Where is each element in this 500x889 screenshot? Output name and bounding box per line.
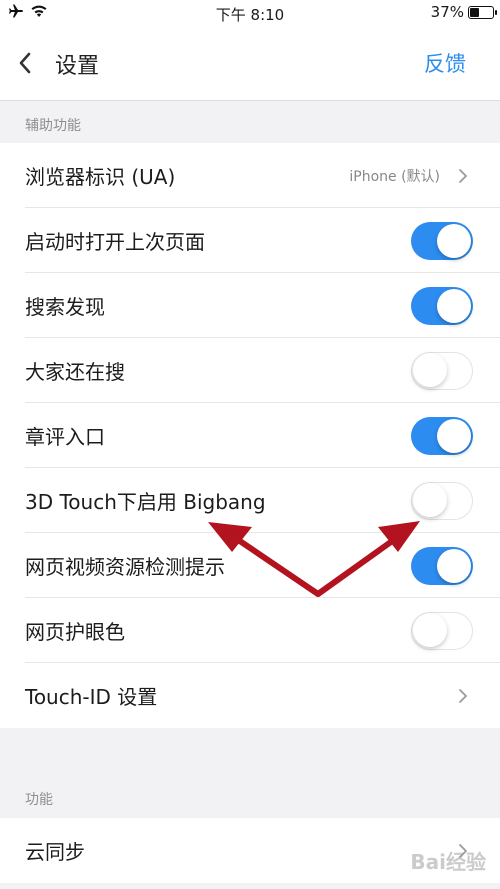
status-bar: 下午 8:10 37% bbox=[0, 0, 500, 26]
setting-label: Touch-ID 设置 bbox=[25, 685, 158, 709]
toggle-switch[interactable] bbox=[411, 416, 473, 455]
toggle-switch[interactable] bbox=[411, 481, 473, 520]
toggle-knob bbox=[413, 483, 447, 517]
toggle-knob bbox=[437, 548, 471, 583]
toggle-switch[interactable] bbox=[411, 351, 473, 390]
setting-label: 浏览器标识 (UA) bbox=[25, 165, 176, 189]
setting-row-eye-protection: 网页护眼色 bbox=[0, 598, 500, 663]
toggle-switch[interactable] bbox=[411, 221, 473, 260]
setting-label: 网页视频资源检测提示 bbox=[25, 555, 225, 579]
toggle-knob bbox=[437, 288, 471, 323]
setting-row-user-agent[interactable]: 浏览器标识 (UA) iPhone (默认) bbox=[0, 143, 500, 208]
section-header-features: 功能 bbox=[25, 792, 53, 808]
page-title: 设置 bbox=[55, 54, 100, 79]
setting-row-chapter-comments: 章评入口 bbox=[0, 403, 500, 468]
setting-label: 启动时打开上次页面 bbox=[25, 230, 205, 254]
setting-row-restore-last-page: 启动时打开上次页面 bbox=[0, 208, 500, 273]
toggle-switch[interactable] bbox=[411, 611, 473, 650]
feedback-button[interactable]: 反馈 bbox=[424, 48, 466, 78]
setting-value: iPhone (默认) bbox=[349, 168, 440, 185]
status-right: 37% bbox=[430, 3, 497, 21]
setting-label: 3D Touch下启用 Bigbang bbox=[25, 490, 266, 514]
setting-label: 大家还在搜 bbox=[25, 360, 125, 384]
section-header-accessibility: 辅助功能 bbox=[25, 118, 81, 134]
toggle-knob bbox=[437, 418, 471, 453]
setting-label: 章评入口 bbox=[25, 425, 105, 449]
setting-row-others-searching: 大家还在搜 bbox=[0, 338, 500, 403]
setting-row-video-detection: 网页视频资源检测提示 bbox=[0, 533, 500, 598]
setting-row-3d-touch-bigbang: 3D Touch下启用 Bigbang bbox=[0, 468, 500, 533]
toggle-knob bbox=[413, 353, 447, 387]
battery-percent: 37% bbox=[430, 3, 464, 21]
navigation-bar: 设置 反馈 bbox=[0, 26, 500, 101]
setting-row-search-discovery: 搜索发现 bbox=[0, 273, 500, 338]
setting-label: 云同步 bbox=[25, 840, 85, 864]
chevron-right-icon bbox=[459, 688, 467, 703]
setting-label: 搜索发现 bbox=[25, 295, 105, 319]
battery-icon bbox=[468, 5, 497, 19]
toggle-knob bbox=[437, 223, 471, 258]
toggle-knob bbox=[413, 613, 447, 647]
settings-group-accessibility: 浏览器标识 (UA) iPhone (默认) 启动时打开上次页面 搜索发现 大家… bbox=[0, 143, 500, 728]
watermark: Bai经验 bbox=[410, 850, 486, 874]
chevron-right-icon bbox=[459, 168, 467, 183]
chevron-left-icon[interactable] bbox=[14, 48, 36, 78]
toggle-switch[interactable] bbox=[411, 546, 473, 585]
status-time: 下午 8:10 bbox=[215, 6, 285, 24]
setting-row-touch-id[interactable]: Touch-ID 设置 bbox=[0, 663, 500, 728]
setting-label: 网页护眼色 bbox=[25, 620, 125, 644]
toggle-switch[interactable] bbox=[411, 286, 473, 325]
